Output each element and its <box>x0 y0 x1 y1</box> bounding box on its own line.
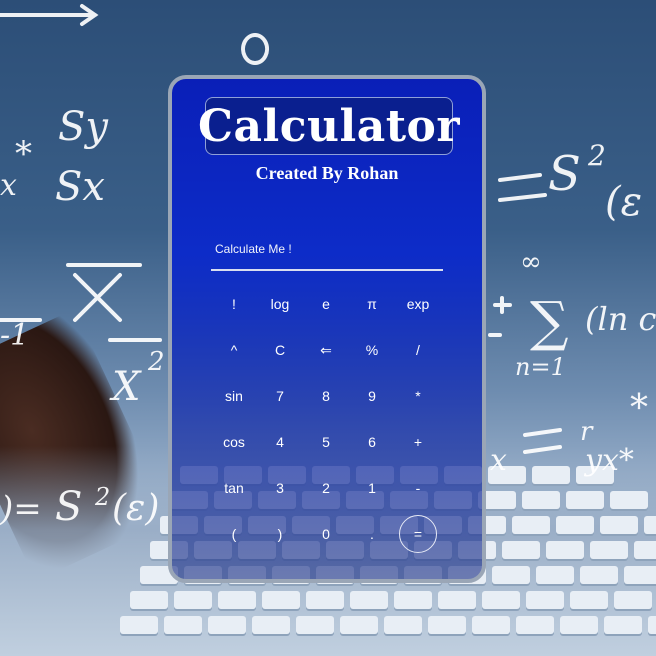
expression-input[interactable] <box>211 229 443 271</box>
title-box: Calculator <box>198 97 460 155</box>
svg-text:x: x <box>0 168 17 203</box>
key-minus[interactable]: - <box>395 465 441 511</box>
app-title: Calculator <box>197 100 461 152</box>
svg-text:∑: ∑ <box>530 290 569 353</box>
svg-text:2: 2 <box>94 483 110 511</box>
key-sin[interactable]: sin <box>211 373 257 419</box>
svg-text:(ε: (ε <box>605 179 642 225</box>
svg-text:X: X <box>109 364 142 410</box>
key-clear[interactable]: C <box>257 327 303 373</box>
app-subtitle: Created By Rohan <box>255 163 399 183</box>
svg-text:Sx: Sx <box>55 164 105 210</box>
key-factorial[interactable]: ! <box>211 281 257 327</box>
key-percent[interactable]: % <box>349 327 395 373</box>
key-equals[interactable]: = <box>399 515 437 553</box>
svg-text:∞: ∞ <box>520 247 542 277</box>
key-e[interactable]: e <box>303 281 349 327</box>
svg-text:2: 2 <box>147 347 165 377</box>
svg-text:-1: -1 <box>0 318 29 353</box>
key-exp[interactable]: exp <box>395 281 441 327</box>
key-6[interactable]: 6 <box>349 419 395 465</box>
key-9[interactable]: 9 <box>349 373 395 419</box>
svg-text:(ε): (ε) <box>112 488 159 529</box>
svg-text:)=: )= <box>0 489 42 529</box>
keypad: ! log e π exp ^ C ⇐ % / sin 7 8 9 * cos … <box>211 281 451 557</box>
svg-text:S: S <box>55 484 82 530</box>
key-1[interactable]: 1 <box>349 465 395 511</box>
key-4[interactable]: 4 <box>257 419 303 465</box>
key-multiply[interactable]: * <box>395 373 441 419</box>
key-pi[interactable]: π <box>349 281 395 327</box>
key-log[interactable]: log <box>257 281 303 327</box>
key-8[interactable]: 8 <box>303 373 349 419</box>
svg-text:*: * <box>15 134 32 174</box>
key-backspace[interactable]: ⇐ <box>303 327 349 373</box>
key-close-paren[interactable]: ) <box>257 511 303 557</box>
key-cos[interactable]: cos <box>211 419 257 465</box>
svg-text:Sy: Sy <box>58 104 109 150</box>
svg-text:2: 2 <box>587 139 606 172</box>
key-2[interactable]: 2 <box>303 465 349 511</box>
key-tan[interactable]: tan <box>211 465 257 511</box>
key-0[interactable]: 0 <box>303 511 349 557</box>
svg-text:S: S <box>548 146 581 202</box>
svg-text:n=1: n=1 <box>515 353 566 381</box>
key-5[interactable]: 5 <box>303 419 349 465</box>
key-open-paren[interactable]: ( <box>211 511 257 557</box>
svg-text:*: * <box>630 388 648 429</box>
key-divide[interactable]: / <box>395 327 441 373</box>
svg-text:(ln co: (ln co <box>585 300 656 338</box>
key-plus[interactable]: + <box>395 419 441 465</box>
key-3[interactable]: 3 <box>257 465 303 511</box>
key-decimal[interactable]: . <box>349 511 395 557</box>
svg-text:x: x <box>490 443 507 478</box>
key-power[interactable]: ^ <box>211 327 257 373</box>
calculator-card: Calculator Created By Rohan ! log e π ex… <box>168 75 486 583</box>
svg-text:yx*: yx* <box>583 443 634 478</box>
key-7[interactable]: 7 <box>257 373 303 419</box>
